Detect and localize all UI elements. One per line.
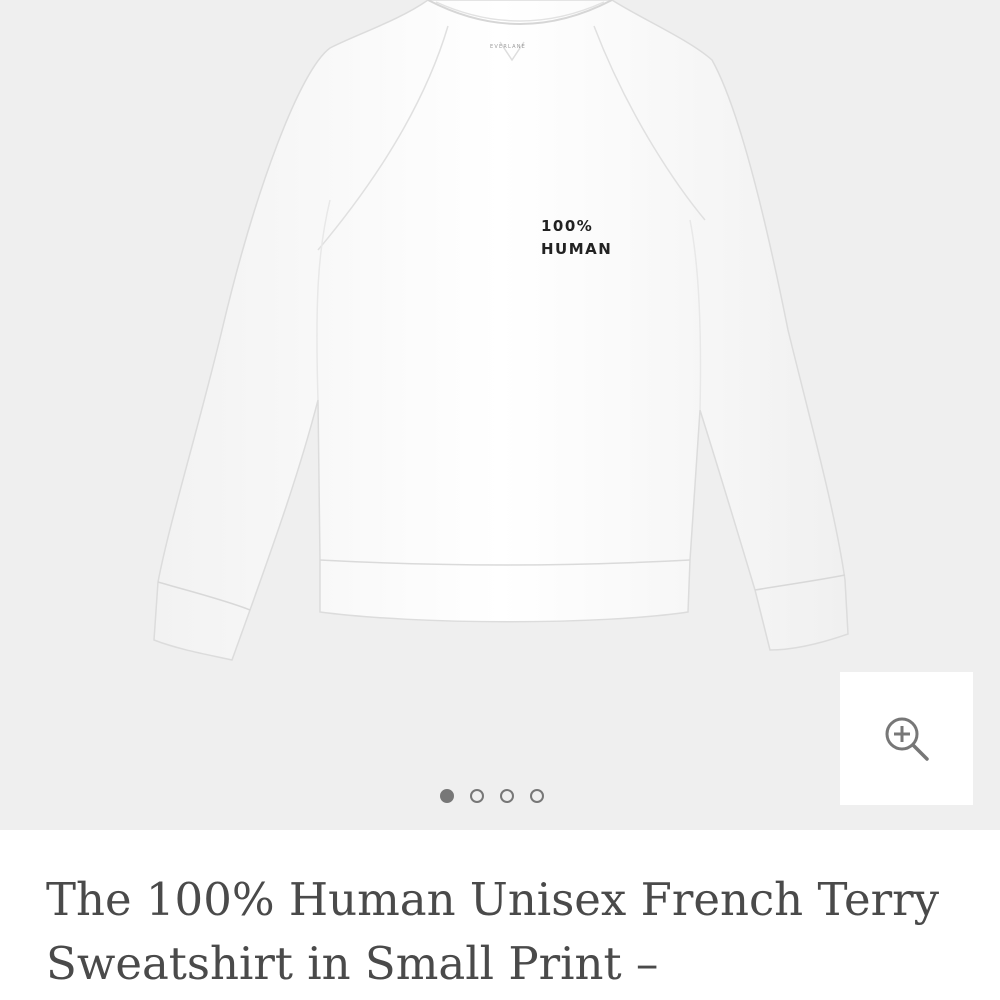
carousel-dots [440,789,544,803]
carousel-dot[interactable] [440,789,454,803]
product-gallery[interactable]: EVERLANE 100% HUMAN [0,0,1000,830]
print-line-1: 100% [541,217,593,235]
product-title: The 100% Human Unisex French Terry Sweat… [46,873,940,990]
carousel-dot[interactable] [500,789,514,803]
zoom-button[interactable] [840,672,973,805]
carousel-dot[interactable] [470,789,484,803]
product-page: EVERLANE 100% HUMAN The 100% Human Unise… [0,0,1000,1000]
print-line-2: HUMAN [541,240,612,258]
carousel-dot[interactable] [530,789,544,803]
brand-label: EVERLANE [490,44,526,50]
zoom-in-icon [885,717,929,761]
